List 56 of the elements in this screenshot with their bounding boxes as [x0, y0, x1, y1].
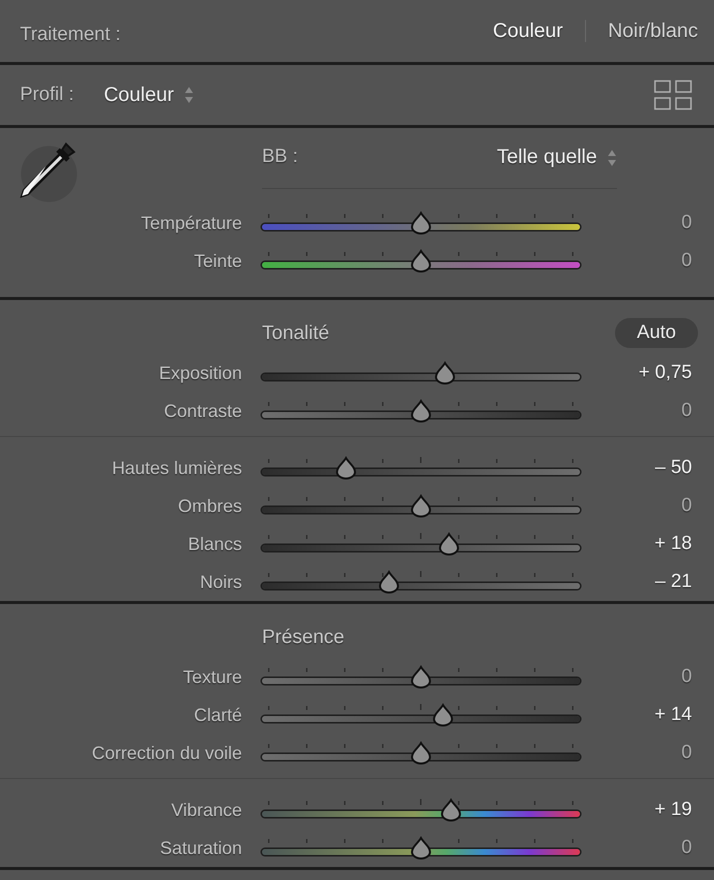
slider-label: Saturation: [158, 838, 242, 858]
slider-value[interactable]: – 50: [600, 457, 692, 479]
slider-thumb[interactable]: [410, 494, 432, 518]
slider-label: Ombres: [176, 496, 242, 516]
slider-track[interactable]: [262, 399, 580, 423]
slider-track[interactable]: [262, 798, 580, 822]
slider-track[interactable]: [262, 361, 580, 385]
profile-value[interactable]: Couleur: [104, 84, 174, 106]
slider-thumb[interactable]: [410, 741, 432, 765]
slider-thumb[interactable]: [410, 836, 432, 860]
slider-track[interactable]: [262, 211, 580, 235]
slider-track[interactable]: [262, 836, 580, 860]
grid-icon[interactable]: [654, 80, 692, 110]
slider-value[interactable]: + 14: [600, 704, 692, 726]
section-title: Présence: [262, 626, 344, 648]
slider-track[interactable]: [262, 703, 580, 727]
treatment-option[interactable]: Noir/blanc: [608, 20, 698, 42]
auto-button[interactable]: Auto: [614, 318, 698, 348]
slider-value[interactable]: – 21: [600, 571, 692, 593]
slider-thumb[interactable]: [438, 532, 460, 556]
balance-value[interactable]: Telle quelle: [496, 146, 597, 169]
slider-value[interactable]: + 19: [600, 799, 692, 821]
section-title: Tonalité: [262, 322, 330, 344]
slider-label: Contraste: [162, 400, 242, 422]
profile-label: Profil :: [20, 84, 74, 106]
slider-thumb[interactable]: [410, 399, 432, 423]
slider-label: Teinte: [192, 250, 242, 272]
slider-label: Correction du voile: [90, 742, 242, 764]
slider-label: Texture: [182, 666, 242, 688]
slider-thumb[interactable]: [335, 456, 358, 480]
slider-thumb[interactable]: [410, 211, 432, 235]
slider-track[interactable]: [262, 456, 580, 480]
slider-track[interactable]: [262, 741, 580, 765]
slider-value[interactable]: + 18: [600, 533, 692, 555]
slider-label: Température: [140, 212, 242, 234]
slider-thumb[interactable]: [410, 665, 432, 689]
slider-track[interactable]: [262, 665, 580, 689]
slider-thumb[interactable]: [434, 361, 456, 385]
slider-thumb[interactable]: [440, 798, 462, 822]
slider-label: Blancs: [186, 534, 242, 554]
slider-label: Noirs: [198, 572, 242, 592]
slider-label: Exposition: [158, 362, 242, 384]
treatment-option[interactable]: Couleur: [492, 20, 563, 42]
slider-value[interactable]: + 0,75: [600, 362, 692, 384]
slider-track[interactable]: [262, 570, 580, 594]
slider-track[interactable]: [262, 532, 580, 556]
slider-label: Hautes lumières: [110, 458, 242, 478]
slider-thumb[interactable]: [410, 249, 432, 273]
slider-track[interactable]: [262, 494, 580, 518]
slider-track[interactable]: [262, 249, 580, 273]
slider-label: Vibrance: [170, 800, 242, 820]
treatment-label: Traitement :: [20, 24, 121, 46]
slider-label: Clarté: [192, 704, 242, 726]
slider-thumb[interactable]: [432, 703, 454, 727]
balance-label: BB :: [262, 146, 298, 168]
slider-thumb[interactable]: [378, 570, 400, 594]
